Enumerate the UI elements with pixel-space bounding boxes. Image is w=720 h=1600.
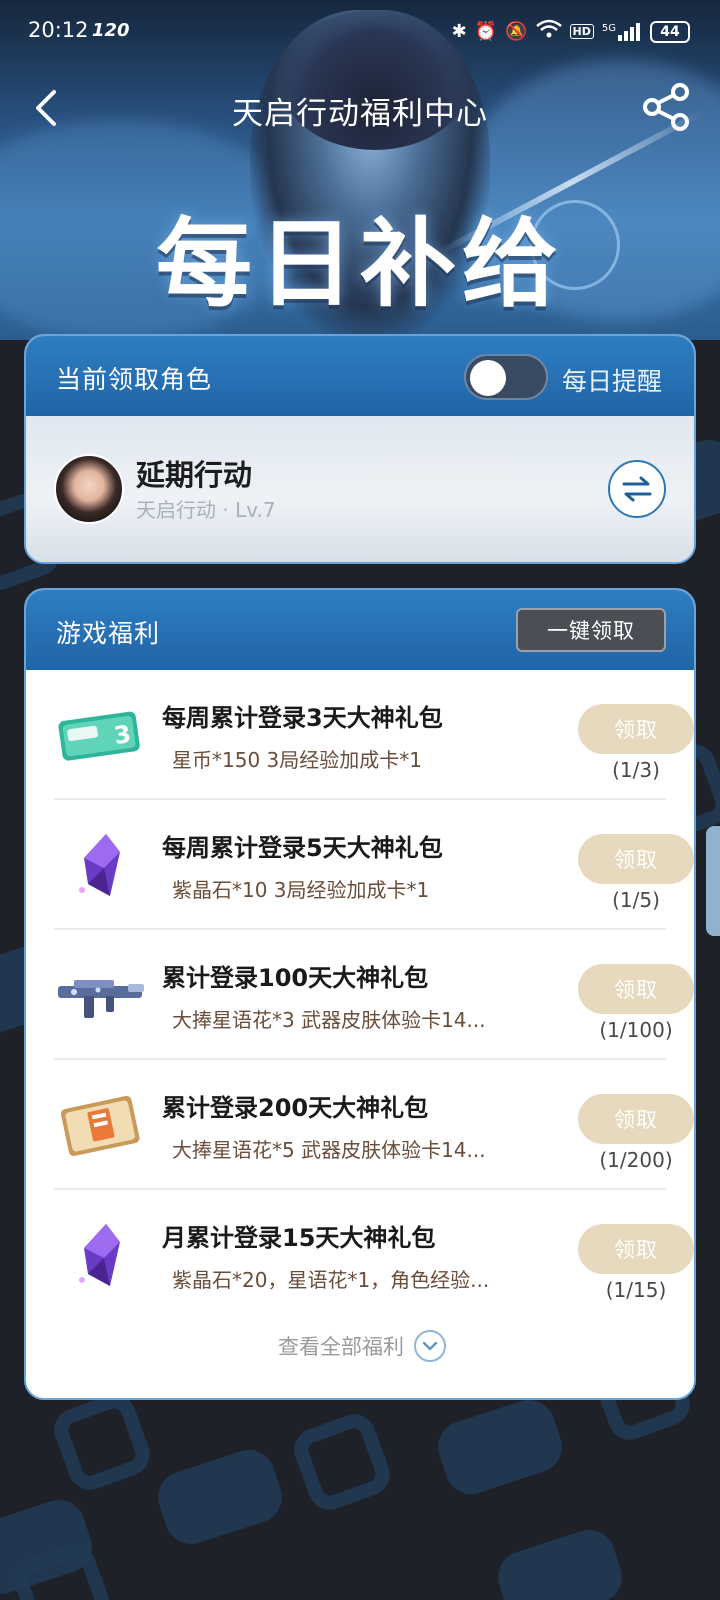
refresh-rate: 120 — [92, 20, 130, 41]
battery-icon: 44 — [650, 20, 690, 43]
role-card-header: 当前领取角色 每日提醒 — [26, 336, 694, 416]
item-desc: 大捧星语花*3 武器皮肤体验卡14... — [172, 1008, 486, 1032]
view-all-label: 查看全部福利 — [278, 1335, 404, 1359]
claim-all-button[interactable]: 一键领取 — [516, 608, 666, 652]
top-nav: 天启行动福利中心 — [0, 80, 720, 136]
claim-button[interactable]: 领取 — [578, 834, 694, 884]
benefits-card-title: 游戏福利 — [56, 619, 161, 648]
purple-crystal-icon — [54, 1220, 146, 1290]
claim-button[interactable]: 领取 — [578, 1224, 694, 1274]
rifle-skin-icon — [54, 960, 146, 1030]
item-progress: (1/200) — [599, 1148, 673, 1172]
claim-button[interactable]: 领取 — [578, 704, 694, 754]
supply-box-icon — [54, 1090, 146, 1160]
avatar — [54, 454, 124, 524]
item-desc: 紫晶石*10 3局经验加成卡*1 — [172, 878, 430, 902]
role-info: 延期行动 天启行动 · Lv.7 — [26, 416, 694, 562]
share-button[interactable] — [640, 80, 694, 134]
status-time: 20:12 — [28, 18, 89, 42]
alarm-icon: ⏰ — [474, 21, 498, 42]
bluetooth-icon: ✱ — [451, 21, 467, 42]
view-all-benefits-link[interactable]: 查看全部福利 — [26, 1330, 694, 1362]
hero-title: 每日补给 — [156, 208, 564, 320]
item-title: 月累计登录15天大神礼包 — [162, 1224, 436, 1252]
status-bar: 20:12 120 ✱ ⏰ 🔕 HD 5G 44 — [0, 0, 720, 64]
claim-button[interactable]: 领取 — [578, 1094, 694, 1144]
toggle-knob — [470, 360, 506, 396]
item-desc: 大捧星语花*5 武器皮肤体验卡14... — [172, 1138, 486, 1162]
list-item: 3 每周累计登录3天大神礼包 星币*150 3局经验加成卡*1 领取 (1/3) — [54, 670, 694, 800]
role-name: 延期行动 — [136, 458, 253, 492]
item-desc: 星币*150 3局经验加成卡*1 — [172, 748, 422, 772]
benefits-card-header: 游戏福利 一键领取 — [26, 590, 694, 670]
switch-role-button[interactable] — [608, 460, 666, 518]
role-card-title: 当前领取角色 — [56, 365, 213, 394]
share-icon — [643, 83, 689, 131]
current-role-card: 当前领取角色 每日提醒 延期行动 天启行动 · Lv.7 — [24, 334, 696, 564]
item-progress: (1/5) — [612, 888, 660, 912]
list-item: 累计登录200天大神礼包 大捧星语花*5 武器皮肤体验卡14... 领取 (1/… — [54, 1060, 694, 1190]
side-drawer-handle[interactable] — [706, 826, 720, 936]
role-level: 天启行动 · Lv.7 — [136, 498, 276, 522]
list-item: 每周累计登录5天大神礼包 紫晶石*10 3局经验加成卡*1 领取 (1/5) — [54, 800, 694, 930]
item-title: 每周累计登录5天大神礼包 — [162, 834, 443, 862]
list-item: 累计登录100天大神礼包 大捧星语花*3 武器皮肤体验卡14... 领取 (1/… — [54, 930, 694, 1060]
swap-arrows-icon — [622, 476, 652, 502]
mute-icon: 🔕 — [505, 21, 528, 42]
item-title: 累计登录200天大神礼包 — [162, 1094, 429, 1122]
item-progress: (1/100) — [599, 1018, 673, 1042]
claim-button[interactable]: 领取 — [578, 964, 694, 1014]
item-progress: (1/3) — [612, 758, 660, 782]
list-item: 月累计登录15天大神礼包 紫晶石*20，星语花*1，角色经验... 领取 (1/… — [54, 1190, 694, 1320]
item-title: 每周累计登录3天大神礼包 — [162, 704, 443, 732]
hd-badge: HD — [569, 24, 594, 39]
game-benefits-card: 游戏福利 一键领取 3 每周累计登录3天大神礼包 星币*150 3局经验加成卡*… — [24, 588, 696, 1400]
benefit-list: 3 每周累计登录3天大神礼包 星币*150 3局经验加成卡*1 领取 (1/3)… — [54, 670, 694, 1320]
item-progress: (1/15) — [605, 1278, 667, 1302]
signal-icon: 5G — [602, 22, 642, 41]
purple-crystal-icon — [54, 830, 146, 900]
daily-reminder-toggle[interactable] — [464, 354, 548, 400]
item-title: 累计登录100天大神礼包 — [162, 964, 429, 992]
wifi-icon — [535, 19, 562, 44]
item-desc: 紫晶石*20，星语花*1，角色经验... — [172, 1268, 490, 1292]
chevron-down-icon — [414, 1330, 446, 1362]
page-title: 天启行动福利中心 — [232, 96, 488, 132]
exp-card-icon: 3 — [54, 700, 146, 770]
daily-reminder-label: 每日提醒 — [562, 367, 663, 396]
